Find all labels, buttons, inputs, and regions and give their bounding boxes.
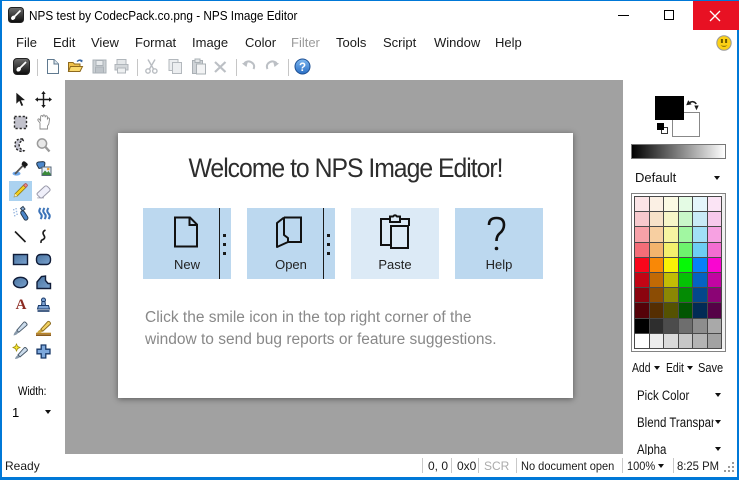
svg-text:?: ?	[299, 62, 306, 74]
